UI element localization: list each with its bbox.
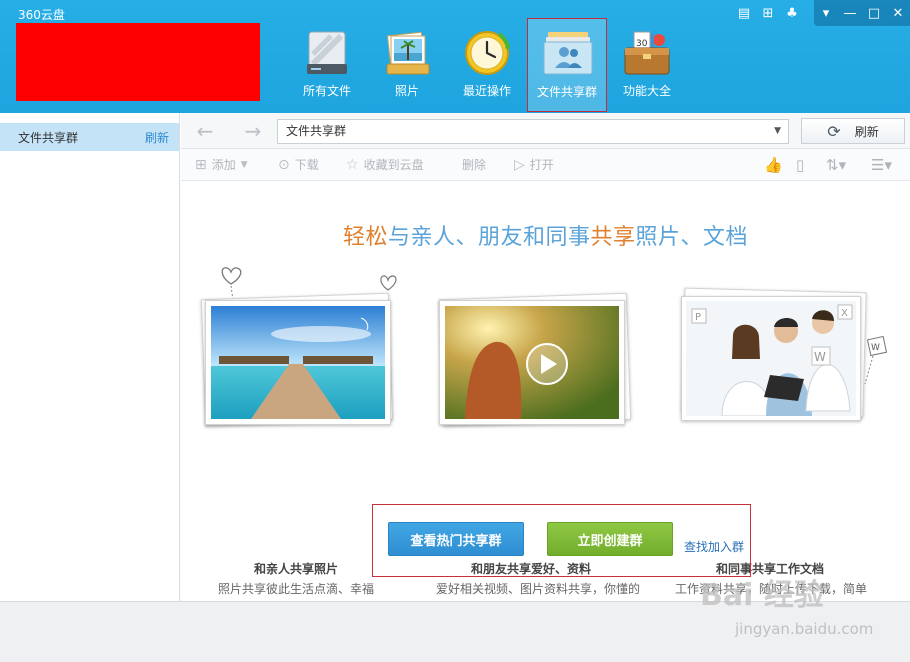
add-button[interactable]: ⊞ 添加 ▼ [195, 156, 248, 173]
nav-share-group[interactable]: 文件共享群 [527, 18, 607, 112]
location-combobox[interactable]: 文件共享群 ▼ [277, 119, 789, 144]
message-icon[interactable]: ▤ [732, 0, 756, 26]
svg-text:W: W [871, 343, 880, 353]
maximize-icon[interactable]: □ [862, 0, 886, 26]
watermark-url: jingyan.baidu.com [735, 620, 874, 638]
drive-icon [307, 31, 347, 74]
svg-text:P: P [695, 312, 701, 323]
app-title: 360云盘 [18, 8, 65, 22]
find-group-link[interactable]: 查找加入群 [684, 538, 744, 555]
clock-icon [465, 31, 510, 75]
thumbs-up-icon[interactable]: 👍 [764, 156, 783, 174]
nav-toolbox[interactable]: 30 功能大全 [607, 18, 687, 112]
share-group-icon [543, 32, 593, 75]
baidu-watermark: Bai 经验 [700, 578, 824, 613]
collect-button[interactable]: ☆ 收藏到云盘 [346, 156, 424, 173]
svg-text:X: X [841, 308, 848, 319]
sidebar-item-share-group[interactable]: 文件共享群 刷新 [0, 123, 179, 151]
toolbox-icon: 30 [624, 31, 670, 75]
sort-icon[interactable]: ⇅▾ [826, 156, 846, 174]
refresh-label: 刷新 [854, 124, 879, 139]
location-value: 文件共享群 [286, 124, 347, 138]
cta-group: 查看热门共享群 立即创建群 查找加入群 [372, 504, 751, 577]
view-hot-groups-button[interactable]: 查看热门共享群 [388, 522, 524, 556]
photo-colleagues: P W X [681, 296, 861, 421]
photo-friends [439, 300, 625, 425]
photo-icon [386, 31, 430, 75]
chevron-down-icon: ▼ [240, 159, 248, 170]
sidebar: 文件共享群 刷新 [0, 113, 180, 601]
main-nav: 所有文件 照片 最近操作 文件共享群 30 功能大全 [287, 18, 687, 112]
heart-icon [380, 275, 397, 291]
refresh-button[interactable]: ⟳ 刷新 [801, 118, 905, 144]
photo-family [205, 300, 391, 425]
back-arrow-icon[interactable]: ← [193, 120, 217, 142]
minimize-icon[interactable]: — [838, 0, 862, 26]
menu-icon[interactable]: ▾ [814, 0, 838, 26]
redacted-region [16, 23, 260, 101]
skin-icon[interactable]: ♣ [780, 0, 804, 26]
beach-pier-image [211, 306, 385, 419]
office-team-image: P W X [686, 301, 856, 417]
headline: 轻松与亲人、朋友和同事共享照片、文档 [342, 225, 749, 250]
sidebar-refresh-link[interactable]: 刷新 [145, 129, 169, 146]
card-title: 和亲人共享照片 [253, 562, 338, 576]
main-content: 轻松与亲人、朋友和同事共享照片、文档 和亲人共享照片 照片共享彼此生活点滴、幸福… [181, 181, 910, 601]
play-icon: ▷ [514, 156, 525, 173]
card-subtitle: 照片共享彼此生活点滴、幸福 [217, 582, 374, 596]
sidebar-item-label: 文件共享群 [18, 130, 79, 145]
delete-button[interactable]: 删除 [462, 156, 486, 173]
nav-all-files[interactable]: 所有文件 [287, 18, 367, 112]
address-bar: ← → 文件共享群 ▼ ⟳ 刷新 [181, 113, 910, 149]
nav-photos[interactable]: 照片 [367, 18, 447, 112]
download-button[interactable]: ⊙ 下载 [278, 156, 319, 173]
download-icon: ⊙ [278, 156, 290, 173]
add-icon: ⊞ [195, 156, 207, 173]
card-subtitle: 爱好相关视频、图片资料共享，你懂的 [436, 582, 641, 596]
star-icon: ☆ [346, 156, 359, 173]
toolbar: ⊞ 添加 ▼ ⊙ 下载 ☆ 收藏到云盘 删除 ▷ 打开 👍 ▯ ⇅▾ ☰▾ [181, 149, 910, 181]
create-group-button[interactable]: 立即创建群 [547, 522, 673, 556]
view-list-icon[interactable]: ☰▾ [871, 156, 892, 174]
document-icon[interactable]: ▯ [796, 156, 804, 174]
word-doc-icon: W [864, 336, 887, 385]
svg-text:W: W [814, 350, 826, 364]
girl-sunset-image [445, 306, 619, 419]
forward-arrow-icon[interactable]: → [241, 120, 265, 142]
app-grid-icon[interactable]: ⊞ [756, 0, 780, 26]
refresh-icon: ⟳ [827, 121, 841, 141]
nav-recent[interactable]: 最近操作 [447, 18, 527, 112]
chevron-down-icon[interactable]: ▼ [774, 120, 781, 143]
close-icon[interactable]: ✕ [886, 0, 910, 26]
title-bar: 360云盘 所有文件 照片 最近操作 文件共享群 30 功能大全 ▤ ⊞ ♣ ▾… [0, 0, 910, 113]
window-controls: ▤ ⊞ ♣ ▾ — □ ✕ [732, 0, 910, 26]
open-button[interactable]: ▷ 打开 [514, 156, 554, 173]
